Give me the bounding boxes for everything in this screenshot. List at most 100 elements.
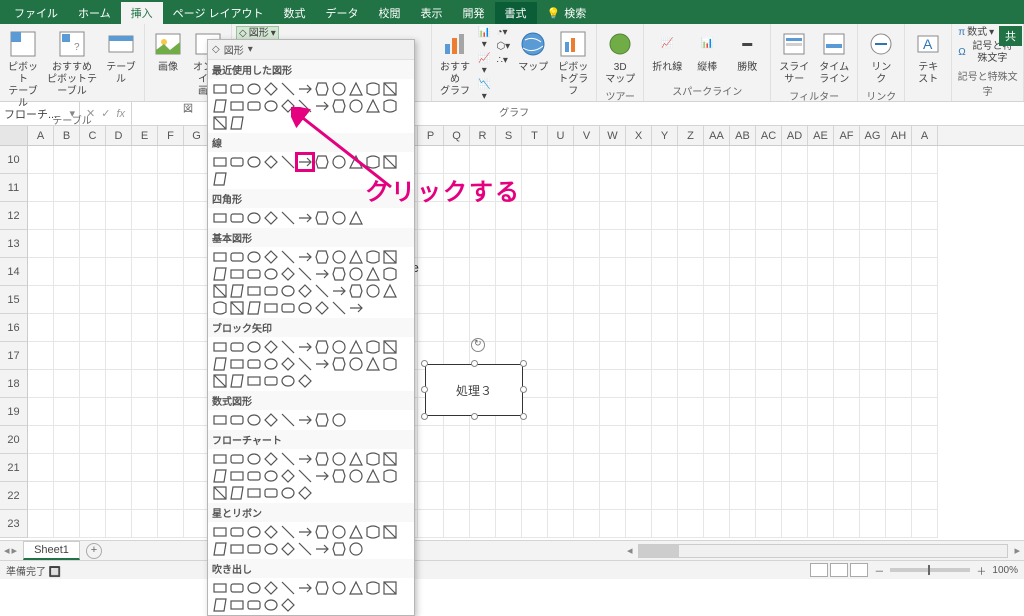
cell[interactable] xyxy=(756,510,782,538)
shape-gallery-item[interactable] xyxy=(348,154,364,170)
shape-gallery-item[interactable] xyxy=(331,249,347,265)
cell[interactable] xyxy=(54,482,80,510)
shape-gallery-item[interactable] xyxy=(348,580,364,596)
cell[interactable] xyxy=(808,342,834,370)
cell[interactable] xyxy=(782,454,808,482)
shape-gallery-item[interactable] xyxy=(280,356,296,372)
shape-gallery-item[interactable] xyxy=(331,81,347,97)
cell[interactable] xyxy=(834,230,860,258)
cell[interactable] xyxy=(418,482,444,510)
shape-gallery-item[interactable] xyxy=(365,154,381,170)
cell[interactable] xyxy=(678,202,704,230)
cell[interactable] xyxy=(574,426,600,454)
shape-gallery-item[interactable] xyxy=(246,412,262,428)
resize-handle-n[interactable] xyxy=(471,360,478,367)
cell[interactable] xyxy=(28,286,54,314)
cell[interactable] xyxy=(80,342,106,370)
cell[interactable] xyxy=(756,370,782,398)
cell[interactable] xyxy=(54,230,80,258)
cell[interactable] xyxy=(834,146,860,174)
shape-gallery-item[interactable] xyxy=(297,210,313,226)
cell[interactable] xyxy=(886,202,912,230)
shape-gallery-item[interactable] xyxy=(229,249,245,265)
cell[interactable] xyxy=(704,202,730,230)
shape-gallery-item[interactable] xyxy=(331,451,347,467)
sheet-tab-1[interactable]: Sheet1 xyxy=(23,541,80,560)
cell[interactable] xyxy=(54,174,80,202)
shape-gallery-item[interactable] xyxy=(229,115,245,131)
pictures-button[interactable]: 画像 xyxy=(149,26,187,76)
cell[interactable] xyxy=(600,510,626,538)
cell[interactable] xyxy=(912,510,938,538)
horizontal-scrollbar[interactable] xyxy=(638,544,1008,558)
shape-gallery-item[interactable] xyxy=(229,300,245,316)
cell[interactable] xyxy=(756,230,782,258)
shape-gallery-item[interactable] xyxy=(331,541,347,557)
shape-gallery-item[interactable] xyxy=(382,524,398,540)
cell[interactable] xyxy=(756,342,782,370)
shape-gallery-item[interactable] xyxy=(382,266,398,282)
cell[interactable] xyxy=(574,370,600,398)
shape-gallery-item[interactable] xyxy=(229,412,245,428)
chart-mini-2[interactable]: 📈▾ xyxy=(476,52,492,78)
shape-gallery-item[interactable] xyxy=(365,580,381,596)
shape-gallery-item[interactable] xyxy=(297,412,313,428)
cell[interactable] xyxy=(600,342,626,370)
column-header[interactable]: E xyxy=(132,126,158,145)
row-header[interactable]: 17 xyxy=(0,342,28,370)
cell[interactable] xyxy=(80,174,106,202)
cell[interactable] xyxy=(548,370,574,398)
cell[interactable] xyxy=(600,146,626,174)
cell[interactable] xyxy=(756,202,782,230)
shape-gallery-item[interactable] xyxy=(348,266,364,282)
cell[interactable] xyxy=(782,510,808,538)
cell[interactable] xyxy=(626,230,652,258)
cell[interactable] xyxy=(574,174,600,202)
cell[interactable] xyxy=(782,342,808,370)
cell[interactable] xyxy=(522,258,548,286)
cell[interactable] xyxy=(704,510,730,538)
maps-button[interactable]: マップ xyxy=(514,26,552,76)
shape-gallery-item[interactable] xyxy=(280,485,296,501)
cell[interactable] xyxy=(548,230,574,258)
shape-gallery-item[interactable] xyxy=(314,580,330,596)
shape-gallery-item[interactable] xyxy=(348,81,364,97)
link-button[interactable]: リン ク xyxy=(862,26,900,88)
cell[interactable] xyxy=(496,314,522,342)
shape-gallery-item[interactable] xyxy=(246,98,262,114)
shape-gallery-item[interactable] xyxy=(331,266,347,282)
shape-gallery-item[interactable] xyxy=(365,249,381,265)
shape-gallery-item[interactable] xyxy=(331,356,347,372)
cell[interactable] xyxy=(704,230,730,258)
column-header[interactable]: Y xyxy=(652,126,678,145)
cell[interactable] xyxy=(834,202,860,230)
cell[interactable] xyxy=(548,202,574,230)
shape-gallery-item[interactable] xyxy=(297,81,313,97)
tab-insert[interactable]: 挿入 xyxy=(121,2,163,24)
cell[interactable] xyxy=(860,342,886,370)
cell[interactable] xyxy=(54,314,80,342)
shape-gallery-item[interactable] xyxy=(246,154,262,170)
cell[interactable] xyxy=(158,398,184,426)
cell[interactable] xyxy=(600,202,626,230)
tab-formulas[interactable]: 数式 xyxy=(274,2,316,24)
chart-mini-1[interactable]: 📊▾ xyxy=(476,26,492,52)
cell[interactable] xyxy=(28,314,54,342)
shape-gallery-item[interactable] xyxy=(263,373,279,389)
cell[interactable] xyxy=(678,482,704,510)
shape-gallery-item[interactable] xyxy=(365,524,381,540)
shape-gallery-item[interactable] xyxy=(382,451,398,467)
shape-gallery-item[interactable] xyxy=(229,580,245,596)
cell[interactable] xyxy=(652,482,678,510)
cell[interactable] xyxy=(132,230,158,258)
cell[interactable] xyxy=(808,230,834,258)
cell[interactable] xyxy=(496,426,522,454)
cell[interactable] xyxy=(860,510,886,538)
shape-gallery-item[interactable] xyxy=(314,541,330,557)
shape-gallery-item[interactable] xyxy=(212,98,228,114)
shape-gallery-item[interactable] xyxy=(382,468,398,484)
shape-gallery-item[interactable] xyxy=(229,154,245,170)
cell[interactable] xyxy=(860,398,886,426)
cell[interactable] xyxy=(730,342,756,370)
cell[interactable] xyxy=(54,454,80,482)
